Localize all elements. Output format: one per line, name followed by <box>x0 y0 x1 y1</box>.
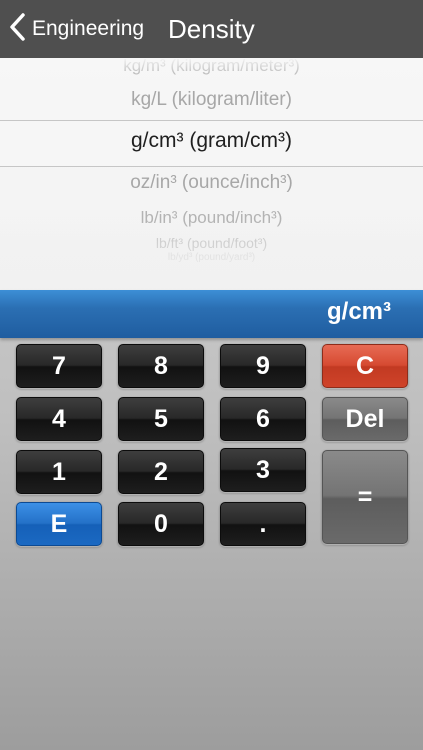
delete-button[interactable]: Del <box>322 397 408 441</box>
decimal-point-button[interactable]: . <box>220 502 306 546</box>
back-button[interactable]: Engineering <box>8 12 144 46</box>
clear-button[interactable]: C <box>322 344 408 388</box>
back-label: Engineering <box>32 17 145 40</box>
picker-item[interactable]: kg/L (kilogram/liter) <box>0 89 423 111</box>
result-display: g/cm³ <box>0 290 423 338</box>
unit-picker[interactable]: kg/m³ (kilogram/meter³) kg/L (kilogram/l… <box>0 58 423 290</box>
key-2[interactable]: 2 <box>118 450 204 494</box>
display-unit: g/cm³ <box>326 298 391 325</box>
key-6[interactable]: 6 <box>220 397 306 441</box>
picker-item[interactable]: lb/ft³ (pound/foot³) <box>0 235 423 251</box>
exponent-button[interactable]: E <box>16 502 102 546</box>
picker-item-selected[interactable]: g/cm³ (gram/cm³) <box>0 129 423 153</box>
picker-item[interactable]: kg/m³ (kilogram/meter³) <box>0 58 423 76</box>
key-8[interactable]: 8 <box>118 344 204 388</box>
chevron-left-icon <box>8 12 26 47</box>
equals-button[interactable]: = <box>322 450 408 544</box>
key-1[interactable]: 1 <box>16 450 102 494</box>
navigation-bar: Engineering Density <box>0 0 423 58</box>
key-0[interactable]: 0 <box>118 502 204 546</box>
key-5[interactable]: 5 <box>118 397 204 441</box>
page-title: Density <box>168 14 255 44</box>
picker-item[interactable]: lb/yd³ (pound/yard³) <box>0 252 423 263</box>
key-7[interactable]: 7 <box>16 344 102 388</box>
key-3[interactable]: 3 <box>220 448 306 492</box>
key-4[interactable]: 4 <box>16 397 102 441</box>
picker-item[interactable]: lb/in³ (pound/inch³) <box>0 208 423 228</box>
key-9[interactable]: 9 <box>220 344 306 388</box>
picker-item[interactable]: oz/in³ (ounce/inch³) <box>0 172 423 194</box>
